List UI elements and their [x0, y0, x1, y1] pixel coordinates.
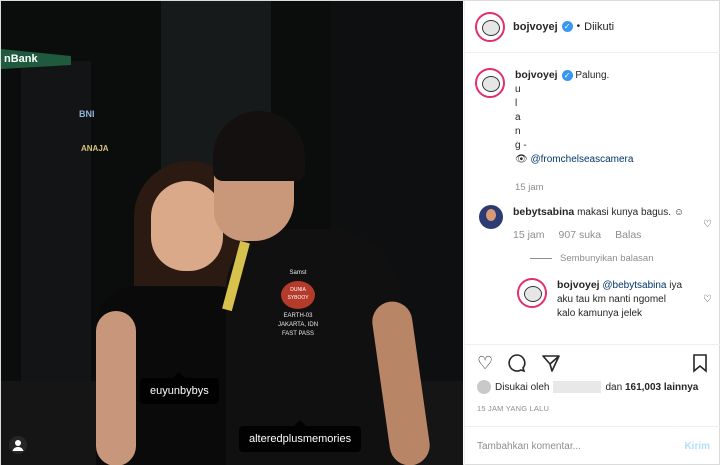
verified-icon: ✓ — [561, 69, 573, 81]
shirt-line: FAST PASS — [281, 331, 315, 337]
avatar[interactable] — [517, 278, 547, 308]
avatar[interactable] — [479, 205, 503, 229]
caption-letter: g - — [515, 140, 527, 151]
reply-comment: bojvoyej @bebytsabina iya aku tau km nan… — [517, 278, 712, 321]
woman-arm — [96, 311, 136, 465]
caption-time: 15 jam — [515, 182, 544, 193]
separator-dot: • — [576, 21, 581, 32]
likes-prefix: Disukai oleh — [495, 381, 550, 393]
shirt-brand: Samst — [289, 270, 307, 276]
user-tag[interactable]: alteredplusmemories — [239, 420, 362, 452]
avatar[interactable] — [475, 68, 505, 98]
likes-suffix[interactable]: lainnya — [664, 382, 698, 393]
heart-icon[interactable]: ♡ — [477, 353, 493, 380]
shirt-line: JAKARTA, IDN — [277, 322, 319, 328]
reply-button[interactable]: Balas — [615, 229, 641, 241]
comment-text: makasi kunya bagus. ☺ — [577, 207, 684, 218]
person-icon[interactable] — [9, 436, 27, 454]
likes-summary: Disukai oleh dan 161,003 lainnya — [477, 380, 698, 394]
action-bar: ♡ — [465, 344, 720, 380]
likes-middle: dan — [605, 381, 623, 393]
neon-sign: ANAJA — [81, 144, 109, 153]
add-comment-bar: Kirim — [465, 426, 720, 465]
comment: bebytsabina makasi kunya bagus. ☺ 15 jam… — [475, 205, 712, 243]
bni-sign: BNI — [79, 109, 95, 119]
like-comment-icon[interactable]: ♡ — [703, 294, 712, 305]
post-photo[interactable]: nBank BNI ANAJA Samst DUNIA SYBOOY EARTH… — [1, 1, 463, 465]
shirt-line: EARTH-03 — [283, 313, 313, 319]
bookmark-icon[interactable] — [692, 353, 708, 380]
comment-time: 15 jam — [513, 229, 545, 241]
caption-letter: a — [515, 112, 521, 123]
comment-likes[interactable]: 907 suka — [559, 229, 602, 241]
comment-input[interactable] — [477, 441, 685, 452]
follow-status[interactable]: Diikuti — [584, 21, 614, 33]
post-date[interactable]: 15 JAM YANG LALU — [477, 404, 549, 413]
reply-mention[interactable]: @bebytsabina — [602, 280, 666, 291]
header-username[interactable]: bojvoyej — [513, 21, 558, 33]
avatar[interactable] — [477, 380, 491, 394]
shirt-badge: DUNIA SYBOOY — [281, 281, 315, 309]
woman-face — [151, 181, 223, 271]
likes-count[interactable]: 161,003 — [625, 382, 661, 393]
comments-list: bojvoyej ✓ Palung. u l a n g - 👁 @fromche… — [465, 54, 720, 344]
comment-icon[interactable] — [507, 353, 527, 380]
avatar[interactable] — [475, 11, 505, 42]
caption-letter: u — [515, 84, 521, 95]
verified-icon: ✓ — [561, 21, 573, 32]
post-comment-button[interactable]: Kirim — [684, 441, 710, 452]
like-comment-icon[interactable]: ♡ — [703, 219, 712, 230]
share-icon[interactable] — [541, 353, 561, 380]
glasses — [213, 153, 279, 173]
redacted-username — [553, 381, 602, 393]
caption-letter: n — [515, 126, 521, 137]
caption-text: Palung. — [575, 70, 610, 81]
reply-username[interactable]: bojvoyej — [557, 279, 600, 291]
eye-icon: 👁 — [515, 154, 528, 165]
post-view: nBank BNI ANAJA Samst DUNIA SYBOOY EARTH… — [0, 0, 720, 465]
comment-username[interactable]: bebytsabina — [513, 206, 574, 218]
caption-letter: l — [515, 98, 518, 109]
user-tag[interactable]: euyunbybys — [140, 372, 219, 404]
caption: bojvoyej ✓ Palung. u l a n g - 👁 @fromche… — [475, 68, 712, 195]
caption-username[interactable]: bojvoyej — [515, 69, 558, 81]
photo-credit-link[interactable]: @fromchelseascamera — [530, 154, 633, 165]
post-panel: bojvoyej ✓ • Diikuti bojvoyej ✓ Palung. u… — [464, 1, 720, 465]
post-header: bojvoyej ✓ • Diikuti — [465, 1, 720, 53]
shirt-print: Samst DUNIA SYBOOY EARTH-03 JAKARTA, IDN… — [273, 269, 323, 359]
hide-replies-button[interactable]: Sembunyikan balasan — [530, 253, 712, 264]
